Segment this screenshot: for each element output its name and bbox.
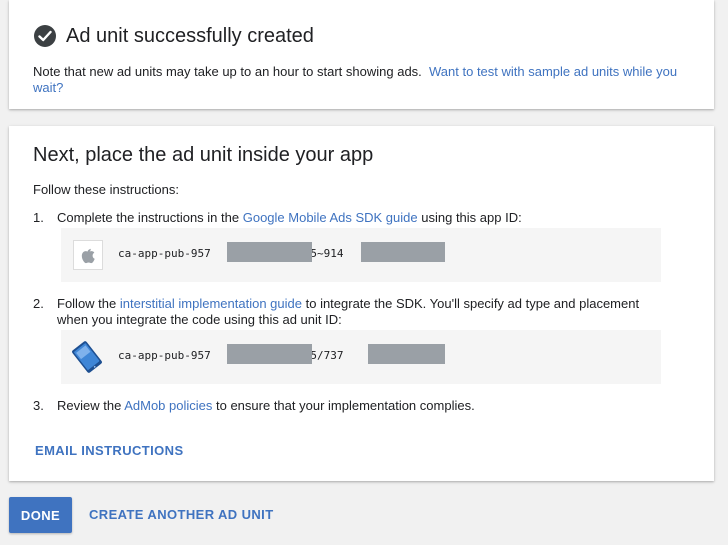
step-number: 3. [33, 398, 44, 413]
success-title: Ad unit successfully created [66, 25, 314, 47]
redaction-block [361, 242, 445, 262]
step-2: 2. Follow the interstitial implementatio… [33, 296, 657, 328]
redaction-block [227, 242, 312, 262]
step-text: Review the AdMob policies to ensure that… [57, 398, 657, 414]
done-button[interactable]: DONE [9, 497, 72, 533]
step-number: 1. [33, 210, 44, 225]
step-text-after: using this app ID: [421, 210, 522, 225]
step-text: Follow the interstitial implementation g… [57, 296, 657, 328]
step-number: 2. [33, 296, 44, 311]
step-text-before: Complete the instructions in the [57, 210, 240, 225]
redaction-block [227, 344, 312, 364]
instructions-intro: Follow these instructions: [33, 182, 179, 197]
success-card: Ad unit successfully created Note that n… [9, 0, 714, 109]
redaction-block [368, 344, 445, 364]
step-text-before: Review the [57, 398, 122, 413]
step-3: 3. Review the AdMob policies to ensure t… [33, 398, 657, 414]
success-note: Note that new ad units may take up to an… [33, 64, 693, 96]
interstitial-ad-icon [69, 339, 105, 375]
step-1: 1. Complete the instructions in the Goog… [33, 210, 657, 226]
instructions-card: Next, place the ad unit inside your app … [9, 126, 714, 481]
instructions-title: Next, place the ad unit inside your app [33, 144, 374, 166]
ad-unit-id-box[interactable]: ca-app-pub-957 75/737 [61, 330, 661, 384]
create-another-ad-unit-button[interactable]: CREATE ANOTHER AD UNIT [89, 507, 274, 522]
step-text-after: to ensure that your implementation compl… [216, 398, 475, 413]
note-text: Note that new ad units may take up to an… [33, 64, 422, 79]
success-header: Ad unit successfully created [34, 24, 314, 48]
app-id-prefix: ca-app-pub-957 [118, 247, 211, 260]
email-instructions-button[interactable]: EMAIL INSTRUCTIONS [35, 443, 184, 458]
apple-icon [73, 240, 103, 270]
interstitial-guide-link[interactable]: interstitial implementation guide [120, 296, 302, 311]
check-circle-icon [34, 25, 56, 47]
ad-unit-id-prefix: ca-app-pub-957 [118, 349, 211, 362]
admob-policies-link[interactable]: AdMob policies [124, 398, 212, 413]
app-id-box[interactable]: ca-app-pub-957 75~914 [61, 228, 661, 282]
step-text: Complete the instructions in the Google … [57, 210, 657, 226]
sdk-guide-link[interactable]: Google Mobile Ads SDK guide [243, 210, 418, 225]
step-text-before: Follow the [57, 296, 117, 311]
